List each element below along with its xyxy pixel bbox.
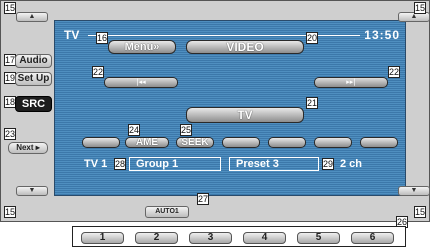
callout-21: 21 bbox=[306, 97, 318, 109]
preset-6-button[interactable]: 6 bbox=[351, 232, 394, 244]
blank-key-1[interactable] bbox=[82, 137, 120, 148]
group-field: Group 1 bbox=[129, 157, 221, 171]
channel-label: 2 ch bbox=[340, 158, 363, 170]
callout-22-left: 22 bbox=[92, 66, 104, 78]
callout-24: 24 bbox=[128, 124, 140, 136]
preset-4-button[interactable]: 4 bbox=[243, 232, 286, 244]
callout-15-top: 15 bbox=[4, 2, 16, 14]
clock-display: 13:50 bbox=[364, 28, 400, 42]
tv-source-button[interactable]: TV bbox=[186, 107, 304, 123]
down-button-left[interactable]: ▼ bbox=[16, 186, 48, 196]
audio-button[interactable]: Audio bbox=[15, 54, 52, 68]
blank-key-5[interactable] bbox=[360, 137, 398, 148]
auto-button[interactable]: AUTO1 bbox=[145, 206, 189, 218]
blank-key-3[interactable] bbox=[268, 137, 306, 148]
callout-15-bottom-left: 15 bbox=[4, 206, 16, 218]
callout-25: 25 bbox=[180, 124, 192, 136]
eject-up-button[interactable]: ▲ bbox=[16, 12, 48, 22]
blank-key-4[interactable] bbox=[314, 137, 352, 148]
callout-23: 23 bbox=[4, 128, 16, 140]
callout-16: 16 bbox=[96, 32, 108, 44]
setup-button[interactable]: Set Up bbox=[15, 72, 52, 86]
preset-5-button[interactable]: 5 bbox=[297, 232, 340, 244]
callout-28: 28 bbox=[114, 158, 126, 170]
callout-22-right: 22 bbox=[388, 66, 400, 78]
callout-15-right: 15 bbox=[414, 2, 426, 14]
seek-button[interactable]: SEEK bbox=[176, 137, 214, 148]
callout-15-bottom-right: 15 bbox=[414, 206, 426, 218]
skip-back-button[interactable]: |◂◂ bbox=[104, 77, 178, 88]
menu-button[interactable]: Menu» bbox=[108, 40, 176, 54]
callout-29: 29 bbox=[322, 158, 334, 170]
blank-key-2[interactable] bbox=[222, 137, 260, 148]
callout-27: 27 bbox=[197, 193, 209, 205]
callout-20: 20 bbox=[306, 32, 318, 44]
preset-2-button[interactable]: 2 bbox=[135, 232, 178, 244]
skip-forward-button[interactable]: ▸▸| bbox=[314, 77, 388, 88]
src-button[interactable]: SRC bbox=[15, 96, 52, 112]
screen-title: TV bbox=[64, 28, 80, 42]
down-button-right[interactable]: ▼ bbox=[398, 186, 430, 196]
preset-1-button[interactable]: 1 bbox=[81, 232, 124, 244]
video-button[interactable]: VIDEO bbox=[186, 40, 304, 54]
preset-bar: 1 2 3 4 5 6 bbox=[72, 226, 406, 247]
band-label: TV 1 bbox=[84, 158, 108, 170]
header-divider bbox=[88, 35, 360, 36]
next-button[interactable]: Next ▸ bbox=[8, 142, 48, 154]
ame-button[interactable]: AME bbox=[125, 137, 169, 148]
preset-field: Preset 3 bbox=[229, 157, 319, 171]
preset-3-button[interactable]: 3 bbox=[189, 232, 232, 244]
